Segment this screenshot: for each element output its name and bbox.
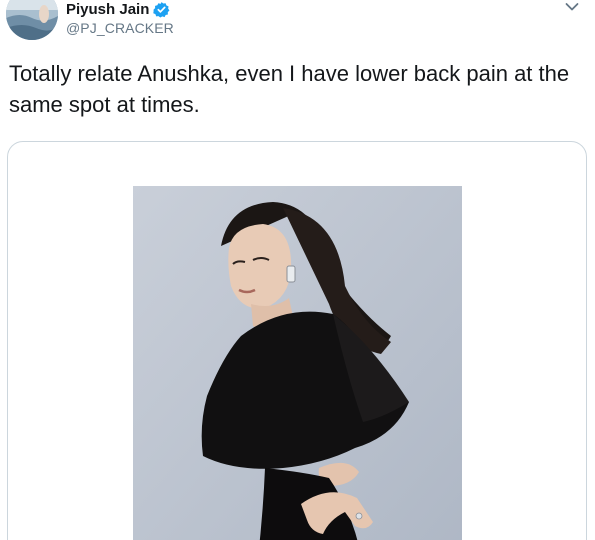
chevron-down-icon — [565, 3, 579, 11]
avatar[interactable] — [6, 0, 58, 40]
name-row: Piyush Jain — [66, 0, 174, 18]
avatar-image — [6, 0, 58, 40]
author-info: Piyush Jain @PJ_CRACKER — [66, 0, 174, 37]
more-options-button[interactable] — [561, 0, 583, 16]
user-handle[interactable]: @PJ_CRACKER — [66, 20, 174, 36]
verified-badge-icon — [153, 1, 170, 18]
tweet-text: Totally relate Anushka, even I have lowe… — [9, 61, 570, 117]
media-card[interactable] — [7, 141, 587, 540]
tweet: Piyush Jain @PJ_CRACKER Totally relate A… — [0, 0, 595, 540]
photo-image — [133, 186, 462, 540]
display-name[interactable]: Piyush Jain — [66, 1, 149, 18]
tweet-photo[interactable] — [133, 186, 462, 540]
